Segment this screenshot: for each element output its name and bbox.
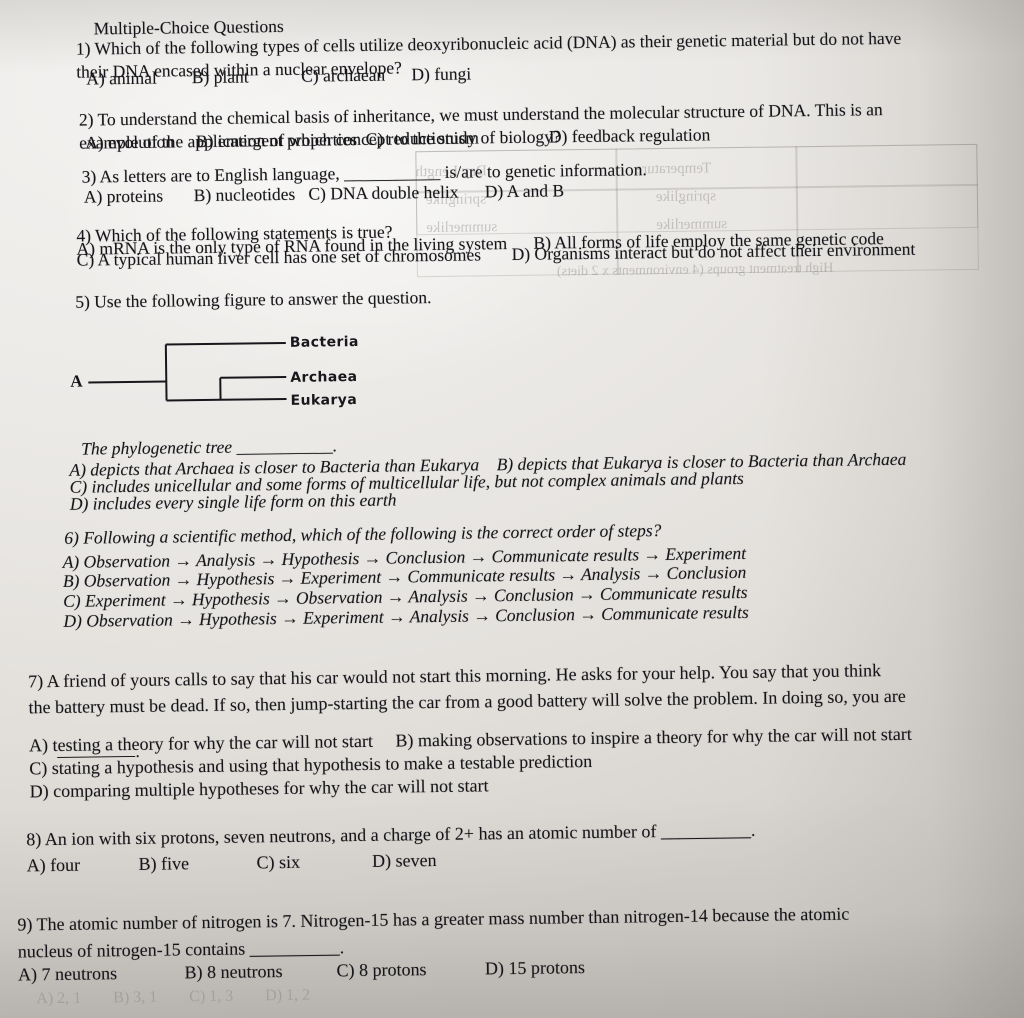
worksheet-content: Temperature Day Length springlike spring… [0,0,1024,1018]
question-8-options: A) four B) five C) six D) seven [26,850,437,876]
question-1-options: A) animal B) plant C) archaean D) fungi [86,63,472,89]
question-7-stem: 7) A friend of yours calls to say that h… [28,660,906,718]
phylogenetic-tree-figure: A Bacteria Archaea Eukarya [58,323,459,428]
question-5-option-d: D) includes every single life form on th… [69,489,397,514]
question-9-stem: 9) The atomic number of nitrogen is 7. N… [17,903,850,962]
question-7-option-d: D) comparing multiple hypotheses for why… [29,775,489,802]
question-8-stem: 8) An ion with six protons, seven neutro… [26,819,756,850]
tree-leaf-label-archaea: Archaea [290,369,358,386]
question-5-stem: 5) Use the following figure to answer th… [75,287,432,312]
worksheet-photo: Temperature Day Length springlike spring… [0,0,1024,1018]
phylogenetic-tree-svg [88,341,287,402]
question-3-options: A) proteins B) nucleotides C) DNA double… [83,180,565,207]
bleed-through-text: springlike [655,188,717,206]
bleed-through-text: A) 2, 1 B) 3, 1 C) 1, 3 D) 1, 2 [36,986,311,1008]
tree-leaf-label-bacteria: Bacteria [289,333,359,351]
tree-root-label: A [70,371,83,391]
tree-leaf-label-eukarya: Eukarya [290,392,358,409]
